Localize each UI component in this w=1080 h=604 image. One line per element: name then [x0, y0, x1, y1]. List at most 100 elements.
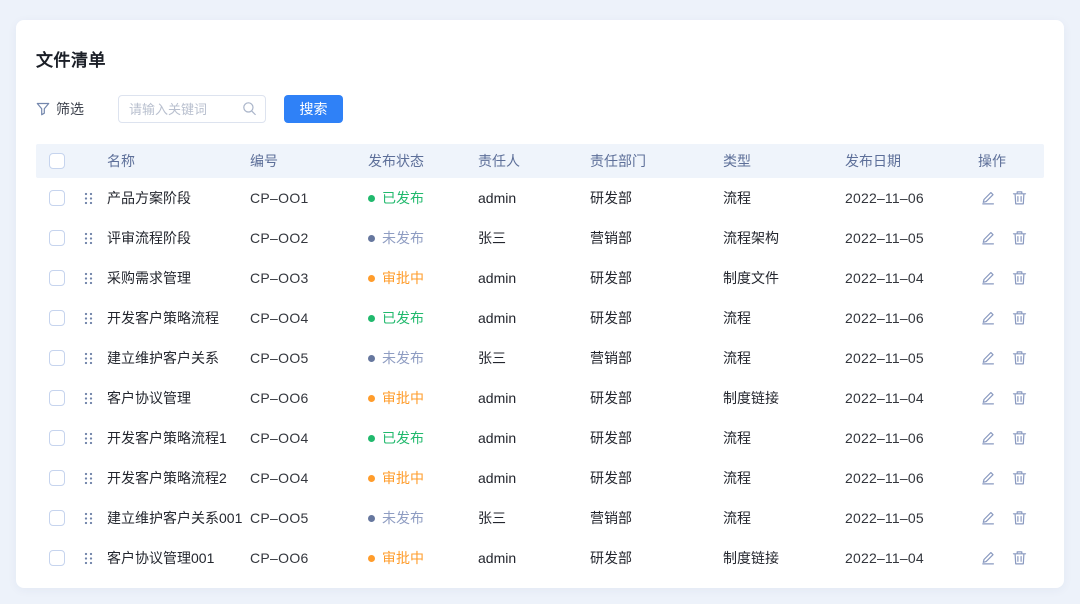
filter-button[interactable]: 筛选: [36, 99, 84, 119]
drag-handle-icon[interactable]: [84, 312, 93, 325]
cell-name: 采购需求管理: [100, 268, 250, 288]
select-all-checkbox[interactable]: [49, 153, 65, 169]
row-checkbox[interactable]: [49, 270, 65, 286]
search-button[interactable]: 搜索: [284, 95, 343, 123]
cell-code: CP–OO4: [250, 430, 368, 446]
edit-icon[interactable]: [980, 350, 996, 366]
delete-icon[interactable]: [1012, 470, 1027, 486]
row-checkbox[interactable]: [49, 310, 65, 326]
status-badge: 已发布: [368, 188, 478, 208]
edit-icon[interactable]: [980, 390, 996, 406]
drag-handle-icon[interactable]: [84, 192, 93, 205]
table-body: 产品方案阶段 CP–OO1 已发布 admin 研发部 流程 2022–11–0…: [36, 178, 1044, 578]
cell-code: CP–OO1: [250, 190, 368, 206]
delete-icon[interactable]: [1012, 430, 1027, 446]
delete-icon[interactable]: [1012, 350, 1027, 366]
delete-icon[interactable]: [1012, 310, 1027, 326]
cell-name: 建立维护客户关系: [100, 348, 250, 368]
status-badge: 审批中: [368, 268, 478, 288]
row-checkbox[interactable]: [49, 190, 65, 206]
status-text: 未发布: [382, 348, 424, 368]
cell-type: 流程: [723, 428, 845, 448]
status-text: 审批中: [382, 268, 424, 288]
cell-date: 2022–11–06: [845, 190, 978, 206]
drag-handle-icon[interactable]: [84, 352, 93, 365]
header-owner: 责任人: [478, 151, 590, 171]
cell-name: 评审流程阶段: [100, 228, 250, 248]
cell-date: 2022–11–06: [845, 430, 978, 446]
drag-handle-icon[interactable]: [84, 512, 93, 525]
cell-date: 2022–11–04: [845, 550, 978, 566]
delete-icon[interactable]: [1012, 190, 1027, 206]
row-checkbox[interactable]: [49, 550, 65, 566]
status-text: 已发布: [382, 188, 424, 208]
row-checkbox[interactable]: [49, 510, 65, 526]
cell-dept: 研发部: [590, 548, 723, 568]
table-row: 评审流程阶段 CP–OO2 未发布 张三 营销部 流程架构 2022–11–05: [36, 218, 1044, 258]
cell-dept: 营销部: [590, 348, 723, 368]
cell-date: 2022–11–06: [845, 310, 978, 326]
edit-icon[interactable]: [980, 510, 996, 526]
edit-icon[interactable]: [980, 190, 996, 206]
table-row: 采购需求管理 CP–OO3 审批中 admin 研发部 制度文件 2022–11…: [36, 258, 1044, 298]
drag-handle-icon[interactable]: [84, 232, 93, 245]
header-dept: 责任部门: [590, 151, 723, 171]
delete-icon[interactable]: [1012, 390, 1027, 406]
status-badge: 审批中: [368, 468, 478, 488]
edit-icon[interactable]: [980, 470, 996, 486]
edit-icon[interactable]: [980, 310, 996, 326]
funnel-icon: [36, 102, 50, 116]
table-row: 产品方案阶段 CP–OO1 已发布 admin 研发部 流程 2022–11–0…: [36, 178, 1044, 218]
cell-date: 2022–11–05: [845, 510, 978, 526]
row-checkbox[interactable]: [49, 470, 65, 486]
file-list-card: 文件清单 筛选 搜索 名称 编号 发布状态 责任人 责任部门 类型 发布: [16, 20, 1064, 588]
cell-name: 开发客户策略流程: [100, 308, 250, 328]
drag-handle-icon[interactable]: [84, 432, 93, 445]
status-dot-icon: [368, 235, 375, 242]
edit-icon[interactable]: [980, 270, 996, 286]
cell-dept: 研发部: [590, 388, 723, 408]
cell-dept: 研发部: [590, 308, 723, 328]
table-row: 开发客户策略流程1 CP–OO4 已发布 admin 研发部 流程 2022–1…: [36, 418, 1044, 458]
header-actions: 操作: [978, 151, 1044, 171]
cell-name: 建立维护客户关系001: [100, 508, 250, 528]
table-row: 建立维护客户关系 CP–OO5 未发布 张三 营销部 流程 2022–11–05: [36, 338, 1044, 378]
filter-bar: 筛选 搜索: [36, 95, 1044, 123]
row-checkbox[interactable]: [49, 350, 65, 366]
search-box: [118, 95, 266, 123]
edit-icon[interactable]: [980, 550, 996, 566]
row-checkbox[interactable]: [49, 230, 65, 246]
cell-code: CP–OO2: [250, 230, 368, 246]
drag-handle-icon[interactable]: [84, 272, 93, 285]
cell-code: CP–OO5: [250, 350, 368, 366]
cell-name: 开发客户策略流程2: [100, 468, 250, 488]
cell-type: 制度链接: [723, 548, 845, 568]
edit-icon[interactable]: [980, 230, 996, 246]
status-badge: 未发布: [368, 508, 478, 528]
cell-owner: admin: [478, 270, 590, 286]
cell-owner: admin: [478, 550, 590, 566]
edit-icon[interactable]: [980, 430, 996, 446]
delete-icon[interactable]: [1012, 270, 1027, 286]
cell-date: 2022–11–05: [845, 230, 978, 246]
status-text: 未发布: [382, 228, 424, 248]
status-dot-icon: [368, 395, 375, 402]
cell-type: 流程: [723, 188, 845, 208]
row-checkbox[interactable]: [49, 390, 65, 406]
cell-name: 开发客户策略流程1: [100, 428, 250, 448]
cell-code: CP–OO5: [250, 510, 368, 526]
status-text: 审批中: [382, 468, 424, 488]
cell-owner: 张三: [478, 348, 590, 368]
delete-icon[interactable]: [1012, 550, 1027, 566]
drag-handle-icon[interactable]: [84, 472, 93, 485]
cell-owner: admin: [478, 310, 590, 326]
delete-icon[interactable]: [1012, 230, 1027, 246]
drag-handle-icon[interactable]: [84, 392, 93, 405]
table-row: 开发客户策略流程 CP–OO4 已发布 admin 研发部 流程 2022–11…: [36, 298, 1044, 338]
row-checkbox[interactable]: [49, 430, 65, 446]
drag-handle-icon[interactable]: [84, 552, 93, 565]
cell-dept: 营销部: [590, 228, 723, 248]
status-badge: 已发布: [368, 428, 478, 448]
delete-icon[interactable]: [1012, 510, 1027, 526]
header-date: 发布日期: [845, 151, 978, 171]
